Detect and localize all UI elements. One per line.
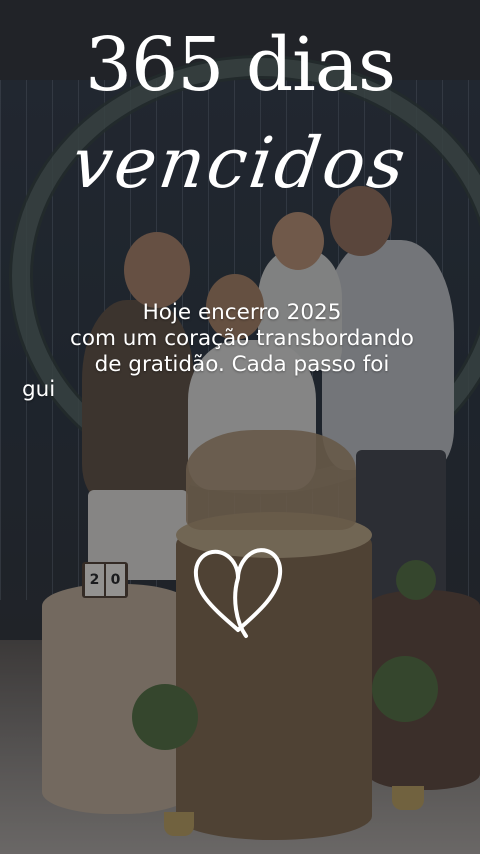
story-view: 2 0 365 dias vencidos Hoje encerro 2025 … xyxy=(0,0,480,854)
caption-line-3: de gratidão. Cada passo foi xyxy=(94,351,390,377)
story-caption: Hoje encerro 2025 com um coração transbo… xyxy=(22,300,462,403)
caption-line-2: com um coração transbordando xyxy=(70,325,414,351)
caption-line-4: gui xyxy=(22,377,56,403)
story-title: 365 dias xyxy=(85,22,396,108)
caption-line-1: Hoje encerro 2025 xyxy=(142,300,342,325)
heart-outline-icon xyxy=(193,548,283,638)
story-script-title: vencidos xyxy=(66,122,414,204)
